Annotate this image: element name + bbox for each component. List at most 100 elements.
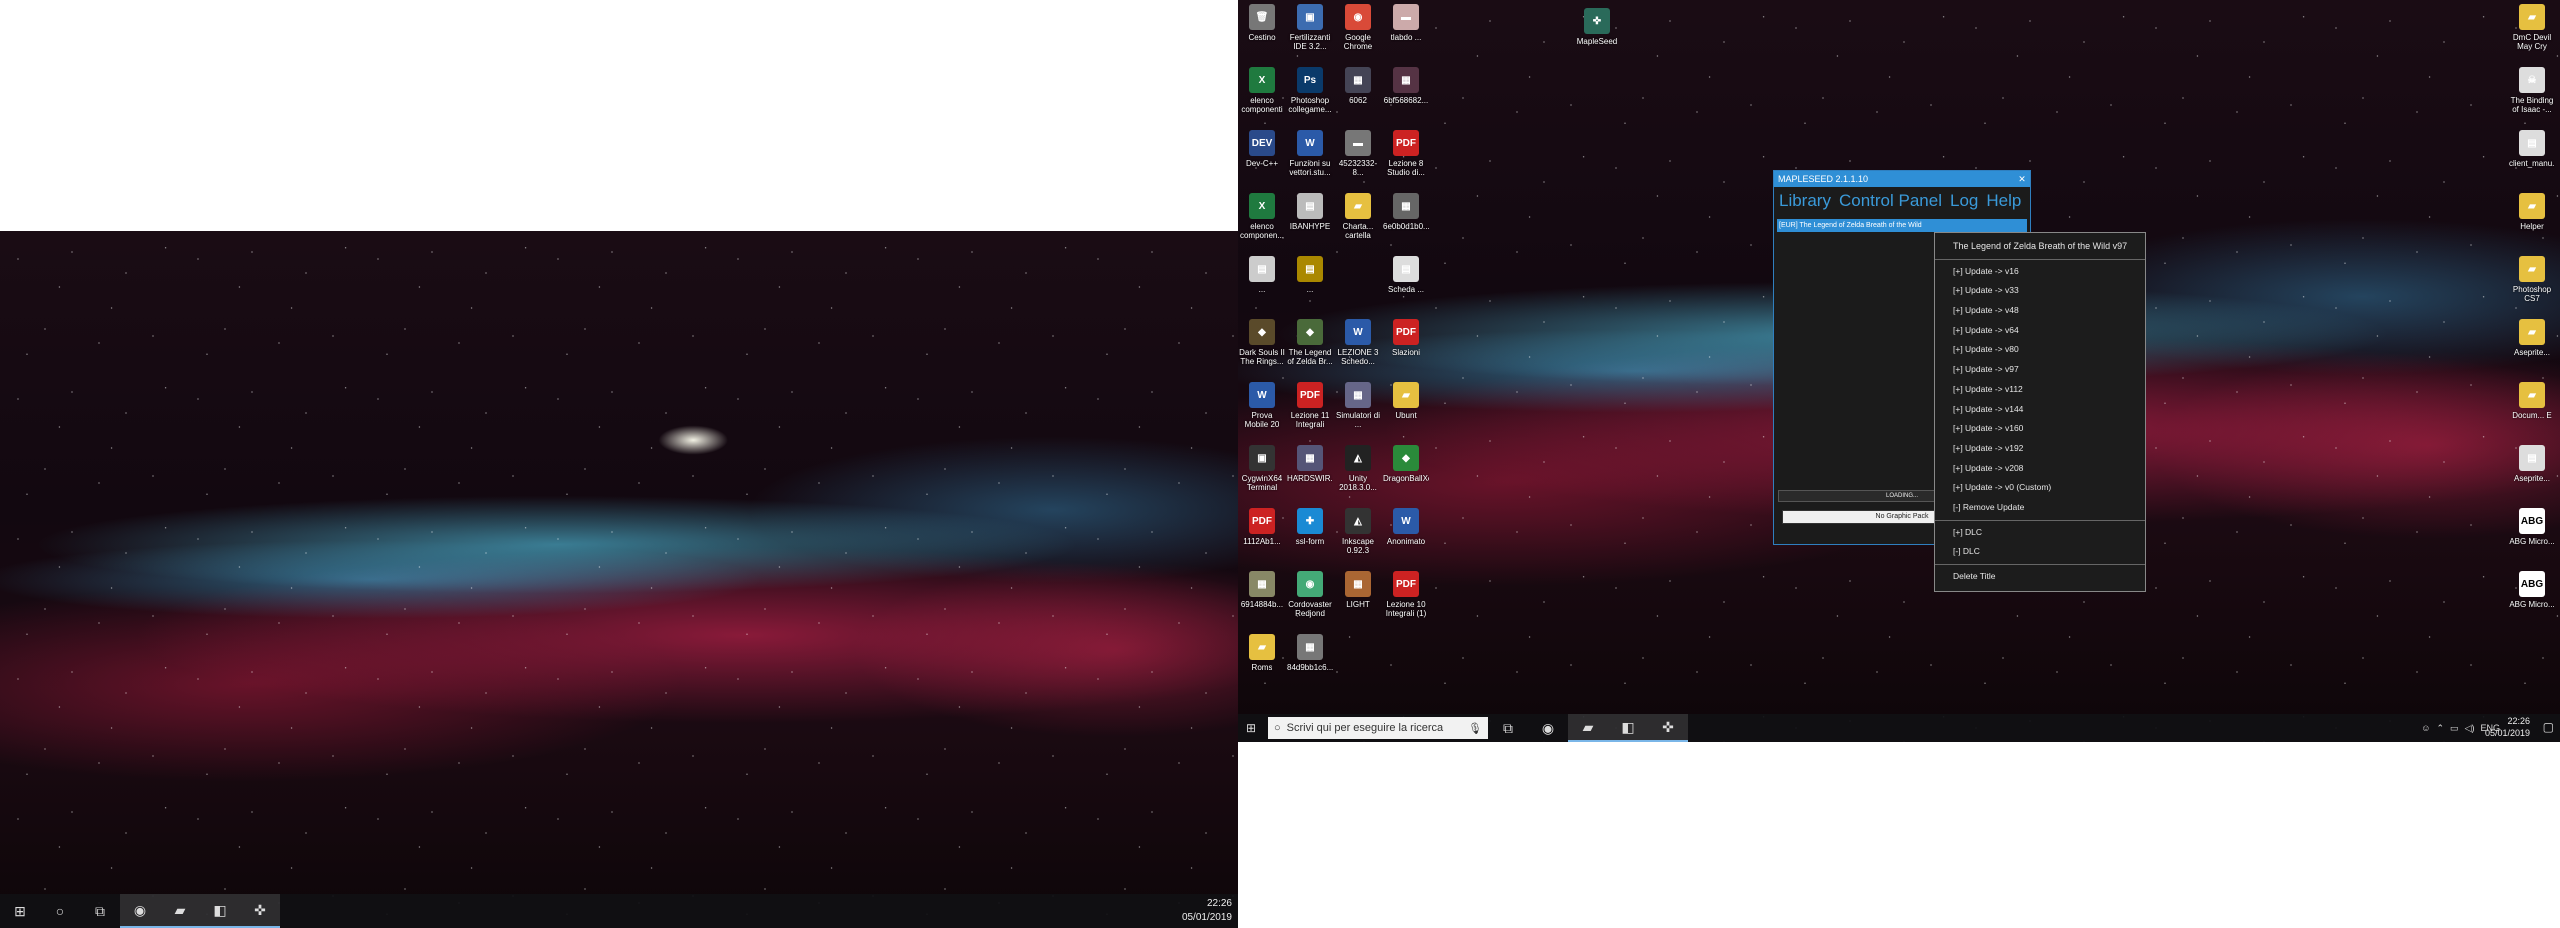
desktop-icon[interactable]: ▦ HARDSWIR... [1286,441,1334,504]
desktop-icon[interactable]: ▣ CygwinX64 Terminal [1238,441,1286,504]
desktop-icon[interactable]: ◆ Dark Souls II The Rings... [1238,315,1286,378]
menu-item-update[interactable]: [+] Update -> v0 (Custom) [1935,478,2145,498]
menu-item-update[interactable]: [+] Update -> v192 [1935,439,2145,459]
desktop-icon[interactable]: ▦ 84d9bb1c6... [1286,630,1334,693]
task-view-icon[interactable]: ⧉ [1488,714,1528,742]
desktop-icon[interactable]: ◭ Inkscape 0.92.3 [1334,504,1382,567]
desktop-icon[interactable]: W Anonimato [1382,504,1430,567]
desktop-icon[interactable]: 🗑 Cestino [1238,0,1286,63]
tab-log[interactable]: Log [1950,191,1978,211]
desktop-icon[interactable]: ▰ Helper [2508,189,2556,252]
desktop-icon-label: 6914884b... [1240,600,1284,609]
desktop-icon[interactable]: ▬ 45232332-8... [1334,126,1382,189]
desktop-icon[interactable]: ▦ 6bf568682... [1382,63,1430,126]
menu-item-update[interactable]: [+] Update -> v97 [1935,360,2145,380]
desktop-icon-image: W [1345,319,1371,345]
tab-help[interactable]: Help [1986,191,2021,211]
desktop-icon[interactable]: ▦ 6914884b... [1238,567,1286,630]
menu-item-update[interactable]: [+] Update -> v64 [1935,321,2145,341]
system-clock[interactable]: 22:26 05/01/2019 [2485,715,2530,739]
windows-logo-icon[interactable]: ⊞ [0,894,40,928]
desktop-icon[interactable]: PDF Lezione 8 Studio di... [1382,126,1430,189]
desktop-icon[interactable]: ◉ Google Chrome [1334,0,1382,63]
file-explorer-icon[interactable]: ▰ [1568,714,1608,742]
desktop-icon[interactable]: Ps Photoshop collegame... [1286,63,1334,126]
desktop-icon[interactable]: ABG ABG Micro... [2508,504,2556,567]
tab-library[interactable]: Library [1779,191,1831,211]
desktop-icon[interactable]: Xelenco componenti [1238,63,1286,126]
desktop-icon[interactable]: ▣ Fertilizzanti IDE 3.2... [1286,0,1334,63]
menu-item-update[interactable]: [+] Update -> v208 [1935,459,2145,479]
desktop-icon[interactable]: ▤... [1286,252,1334,315]
menu-item-remove-dlc[interactable]: [-] DLC [1935,542,2145,562]
desktop-icon[interactable]: W LEZIONE 3 Schedo... [1334,315,1382,378]
menu-item-update[interactable]: [+] Update -> v160 [1935,419,2145,439]
desktop-icon-mapleseed[interactable]: ✜ MapleSeed [1573,4,1621,67]
chrome-icon[interactable]: ◉ [1528,714,1568,742]
cortana-icon[interactable]: ○ [40,894,80,928]
desktop-icon[interactable]: PDF 1112Ab1... [1238,504,1286,567]
chrome-icon[interactable]: ◉ [120,894,160,928]
desktop-icon[interactable]: DEV Dev-C++ [1238,126,1286,189]
desktop-icon[interactable]: ▦ LIGHT [1334,567,1382,630]
desktop-icon[interactable]: Xelenco componen... [1238,189,1286,252]
desktop-icon[interactable]: W Prova Mobile 20 [1238,378,1286,441]
desktop-icon[interactable]: ✚ ssl-form [1286,504,1334,567]
menu-item-add-dlc[interactable]: [+] DLC [1935,523,2145,543]
desktop-icon[interactable]: ☠ The Binding of Isaac -... [2508,63,2556,126]
file-explorer-icon[interactable]: ▰ [160,894,200,928]
people-icon[interactable]: ☺ [2421,723,2430,733]
windows-logo-icon[interactable]: ⊞ [1238,714,1264,742]
desktop-icon[interactable]: ▦ Simulatori di ... [1334,378,1382,441]
desktop-icon[interactable]: ◉ Cordovaster Redjond [1286,567,1334,630]
desktop-icon[interactable]: W Funzioni su vettori.stu... [1286,126,1334,189]
tab-control-panel[interactable]: Control Panel [1839,191,1942,211]
desktop-icon[interactable]: ▤ Scheda ... [1382,252,1430,315]
system-clock[interactable]: 22:26 05/01/2019 [1182,897,1232,925]
desktop-icon[interactable]: ▤ IBANHYPE [1286,189,1334,252]
desktop-icon[interactable]: ▰ DmC Devil May Cry [2508,0,2556,63]
menu-item-update[interactable]: [+] Update -> v112 [1935,380,2145,400]
library-title-row[interactable]: [EUR] The Legend of Zelda Breath of the … [1777,219,2027,232]
menu-item-update[interactable]: [+] Update -> v80 [1935,340,2145,360]
close-icon[interactable]: ✕ [2014,174,2030,185]
desktop-icon[interactable]: ▰ Photoshop CS7 [2508,252,2556,315]
desktop-icon[interactable]: ▰ Aseprite... [2508,315,2556,378]
desktop-icon[interactable]: PDF Slazioni [1382,315,1430,378]
clock-time: 22:26 [2507,716,2530,726]
desktop-icon[interactable]: ◆ DragonBallXe... [1382,441,1430,504]
store-icon[interactable]: ◧ [1608,714,1648,742]
desktop-icon[interactable]: PDF Lezione 11 Integrali [1286,378,1334,441]
search-box[interactable]: ○ Scrivi qui per eseguire la ricerca 🎙 [1268,717,1488,739]
mapleseed-icon[interactable]: ✜ [1648,714,1688,742]
desktop-icon[interactable]: ◭ Unity 2018.3.0... [1334,441,1382,504]
menu-item-update[interactable]: [+] Update -> v144 [1935,400,2145,420]
mapleseed-icon[interactable]: ✜ [240,894,280,928]
microphone-icon[interactable]: 🎙 [1468,722,1482,735]
volume-icon[interactable]: ◁) [2465,723,2475,734]
desktop-icon[interactable]: ▦ 6062 [1334,63,1382,126]
store-icon[interactable]: ◧ [200,894,240,928]
menu-item-delete-title[interactable]: Delete Title [1935,567,2145,587]
desktop-icon[interactable]: ▤ client_manu... [2508,126,2556,189]
desktop-icon[interactable]: ▤ Aseprite... [2508,441,2556,504]
task-view-icon[interactable]: ⧉ [80,894,120,928]
notification-icon[interactable]: ▢ [2543,720,2554,734]
menu-item-update[interactable]: [+] Update -> v33 [1935,281,2145,301]
network-icon[interactable]: ▭ [2450,723,2459,734]
window-titlebar[interactable]: MAPLESEED 2.1.1.10 ✕ [1774,171,2030,187]
desktop-icon[interactable]: ▤... [1238,252,1286,315]
desktop-icon[interactable]: ▰ Roms [1238,630,1286,693]
menu-item-update[interactable]: [+] Update -> v48 [1935,301,2145,321]
chevron-up-icon[interactable]: ⌃ [2437,723,2445,734]
desktop-icon[interactable]: PDF Lezione 10 Integrali (1) [1382,567,1430,630]
desktop-icon[interactable]: ◆ The Legend of Zelda Br... [1286,315,1334,378]
desktop-icon[interactable]: ABG ABG Micro... [2508,567,2556,630]
desktop-icon[interactable]: ▬ tlabdo ... [1382,0,1430,63]
desktop-icon[interactable]: ▰ Docum... E [2508,378,2556,441]
menu-item-update[interactable]: [+] Update -> v16 [1935,262,2145,282]
desktop-icon[interactable]: ▰ Ubunt [1382,378,1430,441]
desktop-icon[interactable]: ▦ 6e0b0d1b0... [1382,189,1430,252]
menu-item-update[interactable]: [-] Remove Update [1935,498,2145,518]
desktop-icon[interactable]: ▰ Charta... cartella [1334,189,1382,252]
